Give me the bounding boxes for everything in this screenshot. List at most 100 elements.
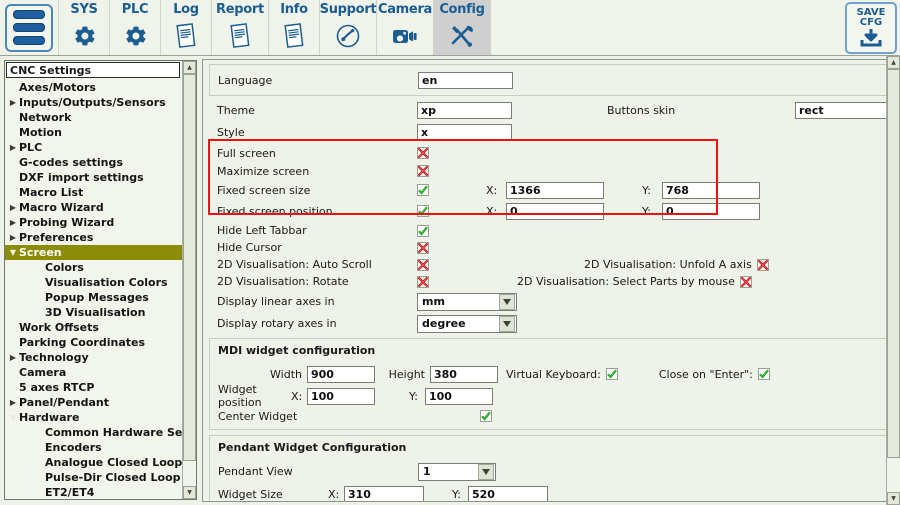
display-rotary-select[interactable]: degree [417, 315, 517, 333]
tree-item-screen[interactable]: ▼Screen [5, 245, 182, 260]
tree-item-label: Panel/Pendant [19, 395, 109, 410]
buttons-skin-input[interactable]: rect [795, 102, 890, 119]
chevron-down-icon[interactable]: ▼ [7, 410, 19, 425]
fixed-screen-size-x-input[interactable]: 1366 [506, 182, 604, 199]
tree-item-visualisation-colors[interactable]: Visualisation Colors [5, 275, 182, 290]
tree-item-hardware[interactable]: ▼Hardware [5, 410, 182, 425]
fixed-screen-position-x-input[interactable]: 0 [506, 203, 604, 220]
hide-cursor-checkbox[interactable] [417, 242, 429, 254]
mdi-close-on-enter-checkbox[interactable] [758, 368, 770, 380]
vis-select-parts-checkbox[interactable] [740, 276, 752, 288]
tab-plc[interactable]: PLC [110, 0, 161, 55]
tab-config[interactable]: Config [434, 0, 491, 55]
chevron-right-icon[interactable]: ▶ [7, 395, 19, 410]
save-cfg-label-line1: SAVE [857, 8, 886, 18]
tree-item-network[interactable]: Network [5, 110, 182, 125]
tree-item-camera[interactable]: Camera [5, 365, 182, 380]
pendant-size-x-input[interactable]: 310 [344, 486, 424, 502]
tree-vertical-scrollbar[interactable]: ▲ ▼ [182, 61, 196, 499]
window-scroll-track[interactable] [887, 69, 900, 492]
language-input[interactable]: en [418, 72, 513, 89]
fixed-screen-position-checkbox[interactable] [417, 205, 429, 217]
chevron-down-icon [478, 464, 494, 480]
tab-camera[interactable]: Camera [377, 0, 434, 55]
display-linear-select[interactable]: mm [417, 293, 517, 311]
tree-item-label: Screen [19, 245, 62, 260]
tree-item-work-offsets[interactable]: Work Offsets [5, 320, 182, 335]
vis-unfold-a-label: 2D Visualisation: Unfold A axis [584, 258, 752, 271]
tree-item-label: Parking Coordinates [19, 335, 145, 350]
tree-item-axes-motors[interactable]: Axes/Motors [5, 80, 182, 95]
mdi-pos-x-input[interactable]: 100 [307, 388, 375, 405]
fixed-screen-size-y-input[interactable]: 768 [662, 182, 760, 199]
tree-item-inputs-outputs-sensors[interactable]: ▶Inputs/Outputs/Sensors [5, 95, 182, 110]
vis-unfold-a-checkbox[interactable] [757, 259, 769, 271]
window-scroll-down-button[interactable]: ▼ [887, 492, 900, 505]
tree-item-plc[interactable]: ▶PLC [5, 140, 182, 155]
window-scroll-thumb[interactable] [887, 69, 900, 458]
tree-item-label: Visualisation Colors [45, 275, 168, 290]
mdi-width-input[interactable]: 900 [307, 366, 375, 383]
theme-input[interactable]: xp [417, 102, 512, 119]
tree-item-colors[interactable]: Colors [5, 260, 182, 275]
vis-rotate-checkbox[interactable] [417, 276, 429, 288]
tree-item-macro-wizard[interactable]: ▶Macro Wizard [5, 200, 182, 215]
chevron-down-icon[interactable]: ▼ [7, 245, 19, 260]
mdi-height-input[interactable]: 380 [430, 366, 498, 383]
tree-item-3d-visualisation[interactable]: 3D Visualisation [5, 305, 182, 320]
tree-scroll-thumb[interactable] [183, 74, 196, 461]
tree-item-encoders[interactable]: Encoders [5, 440, 182, 455]
full-screen-checkbox[interactable] [417, 147, 429, 159]
chevron-right-icon[interactable]: ▶ [7, 350, 19, 365]
fixed-screen-position-y-input[interactable]: 0 [662, 203, 760, 220]
hide-left-tabbar-checkbox[interactable] [417, 225, 429, 237]
pendant-size-y-input[interactable]: 520 [468, 486, 548, 502]
mdi-pos-y-input[interactable]: 100 [425, 388, 493, 405]
tree-scroll-track[interactable] [183, 74, 196, 486]
tree-item-g-codes-settings[interactable]: G-codes settings [5, 155, 182, 170]
style-input[interactable]: x [417, 124, 512, 141]
tree-item-pulse-dir-closed-loop[interactable]: Pulse-Dir Closed Loop [5, 470, 182, 485]
tree-scroll-down-button[interactable]: ▼ [183, 486, 196, 499]
tree-item-et2-et4[interactable]: ET2/ET4 [5, 485, 182, 499]
tree-item-dxf-import-settings[interactable]: DXF import settings [5, 170, 182, 185]
mdi-center-row: Center Widget [218, 408, 881, 424]
chevron-right-icon[interactable]: ▶ [7, 140, 19, 155]
tab-info[interactable]: Info [269, 0, 320, 55]
tree-item-label: Motion [19, 125, 62, 140]
tab-report[interactable]: Report [212, 0, 269, 55]
display-rotary-label: Display rotary axes in [217, 317, 417, 330]
tree-item-technology[interactable]: ▶Technology [5, 350, 182, 365]
phone-icon [332, 21, 364, 51]
tab-support[interactable]: Support [320, 0, 377, 55]
tab-sys[interactable]: SYS [59, 0, 110, 55]
tree-item-common-hardware-settings[interactable]: Common Hardware Settings [5, 425, 182, 440]
window-vertical-scrollbar[interactable]: ▲ ▼ [886, 56, 900, 505]
mdi-center-checkbox[interactable] [480, 410, 492, 422]
tree-item-macro-list[interactable]: Macro List [5, 185, 182, 200]
chevron-right-icon[interactable]: ▶ [7, 230, 19, 245]
tree-item-5-axes-rtcp[interactable]: 5 axes RTCP [5, 380, 182, 395]
tree-item-probing-wizard[interactable]: ▶Probing Wizard [5, 215, 182, 230]
tree-item-preferences[interactable]: ▶Preferences [5, 230, 182, 245]
fixed-screen-size-checkbox[interactable] [417, 184, 429, 196]
maximize-screen-checkbox[interactable] [417, 165, 429, 177]
chevron-right-icon[interactable]: ▶ [7, 95, 19, 110]
window-scroll-up-button[interactable]: ▲ [887, 56, 900, 69]
tab-log[interactable]: Log [161, 0, 212, 55]
vis-auto-scroll-checkbox[interactable] [417, 259, 429, 271]
chevron-right-icon[interactable]: ▶ [7, 215, 19, 230]
tree-item-motion[interactable]: Motion [5, 125, 182, 140]
tree-item-analogue-closed-loop[interactable]: Analogue Closed Loop [5, 455, 182, 470]
settings-tree-header: CNC Settings [6, 62, 180, 78]
main-menu-button[interactable] [0, 0, 59, 55]
pendant-view-select[interactable]: 1 [418, 463, 496, 481]
tree-item-popup-messages[interactable]: Popup Messages [5, 290, 182, 305]
tree-item-panel-pendant[interactable]: ▶Panel/Pendant [5, 395, 182, 410]
mdi-virtual-keyboard-checkbox[interactable] [606, 368, 618, 380]
cnc-settings-window: SYS PLC Log [0, 0, 900, 505]
tree-scroll-up-button[interactable]: ▲ [183, 61, 196, 74]
tree-item-parking-coordinates[interactable]: Parking Coordinates [5, 335, 182, 350]
chevron-right-icon[interactable]: ▶ [7, 200, 19, 215]
save-cfg-button[interactable]: SAVE CFG [842, 0, 900, 55]
